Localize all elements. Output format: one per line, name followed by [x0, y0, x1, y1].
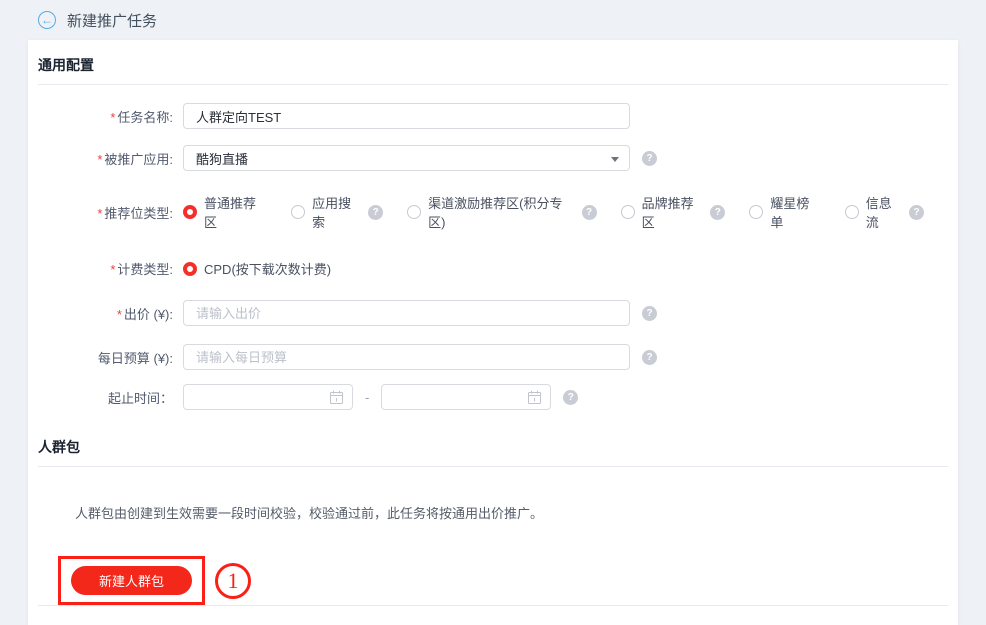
daily-budget-input[interactable]: [183, 344, 630, 370]
chevron-down-icon: [611, 157, 619, 162]
audience-create-row: 新建人群包 1: [58, 556, 948, 605]
section-title-audience: 人群包: [38, 422, 948, 467]
slot-type-radio-group: 普通推荐区 应用搜索 ? 渠道激励推荐区(积分专区) ? 品牌推荐区 ? 耀星榜…: [183, 193, 948, 231]
calendar-icon: [329, 390, 344, 405]
radio-option-brand-zone[interactable]: 品牌推荐区 ?: [621, 193, 726, 231]
section-divider: [38, 605, 948, 606]
radio-option-normal-zone[interactable]: 普通推荐区: [183, 193, 267, 231]
back-icon[interactable]: ←: [38, 11, 56, 29]
brand-zone-help-icon[interactable]: ?: [710, 205, 725, 220]
page-title: 新建推广任务: [67, 10, 157, 31]
date-range-help-icon[interactable]: ?: [563, 390, 578, 405]
radio-label: 品牌推荐区: [642, 193, 705, 231]
radio-label: CPD(按下载次数计费): [204, 259, 331, 278]
radio-label: 普通推荐区: [204, 193, 267, 231]
date-range-separator: -: [365, 390, 369, 405]
end-date-input[interactable]: [381, 384, 551, 410]
row-slot-type: *推荐位类型: 普通推荐区 应用搜索 ? 渠道激励推荐区(积分专区) ? 品牌推…: [38, 193, 948, 231]
form-card: 通用配置 *任务名称: *被推广应用: 酷狗直播 ? *推荐位类型: 普通推荐区…: [28, 40, 958, 625]
section-title-general: 通用配置: [38, 40, 948, 85]
row-bid: *出价 (¥): ?: [38, 300, 948, 326]
slot-type-label: *推荐位类型:: [38, 203, 183, 222]
radio-option-star-list[interactable]: 耀星榜单: [749, 193, 820, 231]
daily-budget-help-icon[interactable]: ?: [642, 350, 657, 365]
task-name-label-text: 任务名称:: [117, 110, 173, 125]
daily-budget-label-text: 每日预算 (¥):: [98, 351, 173, 366]
radio-checked-icon: [183, 205, 197, 219]
row-task-name: *任务名称:: [38, 103, 948, 129]
row-daily-budget: 每日预算 (¥): ?: [38, 344, 948, 370]
radio-icon: [845, 205, 859, 219]
bid-input[interactable]: [183, 300, 630, 326]
bid-help-icon[interactable]: ?: [642, 306, 657, 321]
audience-note: 人群包由创建到生效需要一段时间校验，校验通过前，此任务将按通用出价推广。: [75, 503, 948, 522]
radio-option-cpd[interactable]: CPD(按下载次数计费): [183, 259, 331, 278]
date-range-label-text: 起止时间：: [108, 391, 173, 406]
promoted-app-help-icon[interactable]: ?: [642, 151, 657, 166]
radio-label: 信息流: [866, 193, 903, 231]
channel-incentive-help-icon[interactable]: ?: [582, 205, 597, 220]
radio-option-app-search[interactable]: 应用搜索 ?: [291, 193, 383, 231]
required-mark: *: [117, 307, 122, 322]
row-date-range: 起止时间： - ?: [38, 384, 948, 410]
task-name-label: *任务名称:: [38, 107, 183, 126]
radio-icon: [749, 205, 763, 219]
promoted-app-value: 酷狗直播: [196, 149, 248, 168]
row-billing-type: *计费类型: CPD(按下载次数计费): [38, 259, 948, 278]
promoted-app-label: *被推广应用:: [38, 149, 183, 168]
promoted-app-label-text: 被推广应用:: [104, 152, 173, 167]
app-search-help-icon[interactable]: ?: [368, 205, 383, 220]
required-mark: *: [110, 262, 115, 277]
radio-icon: [407, 205, 421, 219]
radio-checked-icon: [183, 262, 197, 276]
task-name-input[interactable]: [183, 103, 630, 129]
date-range-label: 起止时间：: [38, 388, 183, 407]
radio-label: 应用搜索: [312, 193, 362, 231]
annotation-rectangle: 新建人群包: [58, 556, 205, 605]
feed-help-icon[interactable]: ?: [909, 205, 924, 220]
radio-option-channel-incentive[interactable]: 渠道激励推荐区(积分专区) ?: [407, 193, 596, 231]
row-promoted-app: *被推广应用: 酷狗直播 ?: [38, 145, 948, 171]
required-mark: *: [110, 110, 115, 125]
promoted-app-select[interactable]: 酷狗直播: [183, 145, 630, 171]
required-mark: *: [97, 206, 102, 221]
create-audience-button[interactable]: 新建人群包: [71, 566, 192, 595]
bid-label: *出价 (¥):: [38, 304, 183, 323]
slot-type-label-text: 推荐位类型:: [104, 206, 173, 221]
radio-icon: [621, 205, 635, 219]
daily-budget-label: 每日预算 (¥):: [38, 348, 183, 367]
start-date-input[interactable]: [183, 384, 353, 410]
radio-option-feed[interactable]: 信息流 ?: [845, 193, 924, 231]
billing-type-label-text: 计费类型:: [117, 262, 173, 277]
bid-label-text: 出价 (¥):: [124, 307, 173, 322]
radio-label: 耀星榜单: [770, 193, 820, 231]
radio-icon: [291, 205, 305, 219]
radio-label: 渠道激励推荐区(积分专区): [428, 193, 575, 231]
required-mark: *: [97, 152, 102, 167]
top-bar: ← 新建推广任务: [0, 0, 986, 40]
calendar-icon: [527, 390, 542, 405]
annotation-circle-1: 1: [215, 563, 251, 599]
billing-type-label: *计费类型:: [38, 259, 183, 278]
